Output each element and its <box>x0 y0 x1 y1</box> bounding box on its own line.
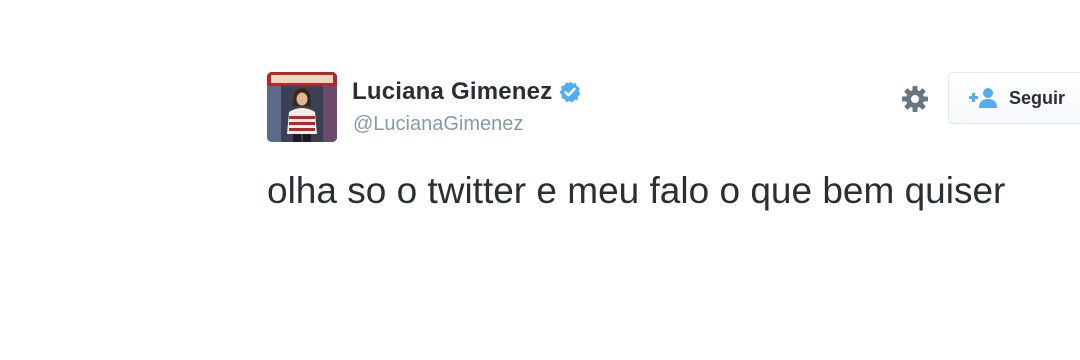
author-name-row[interactable]: Luciana Gimenez <box>352 78 582 106</box>
verified-badge-icon <box>558 80 582 104</box>
follow-button-label: Seguir <box>1009 87 1066 108</box>
tweet-text: olha so o twitter e meu falo o que bem q… <box>267 170 1006 211</box>
follow-button[interactable]: Seguir <box>948 72 1080 124</box>
author-display-name[interactable]: Luciana Gimenez <box>352 78 552 106</box>
avatar-image <box>267 72 337 142</box>
author-handle[interactable]: @LucianaGimenez <box>353 113 523 136</box>
add-user-icon <box>969 87 999 109</box>
avatar[interactable] <box>267 72 337 142</box>
gear-icon[interactable] <box>900 84 930 114</box>
tweet-card: Luciana Gimenez @LucianaGimenez Seguir o… <box>0 0 1080 360</box>
